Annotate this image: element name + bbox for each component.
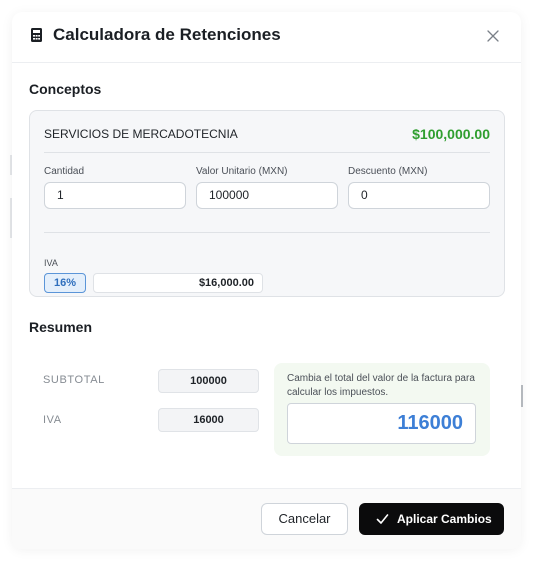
apply-changes-button[interactable]: Aplicar Cambios	[359, 503, 504, 535]
check-icon	[376, 514, 389, 524]
concept-name: SERVICIOS DE MERCADOTECNIA	[44, 127, 238, 141]
dialog-title: Calculadora de Retenciones	[53, 25, 281, 44]
iva-amount: $16,000.00	[93, 273, 263, 293]
dialog-header: Calculadora de Retenciones	[12, 12, 521, 63]
iva-summary-value: 16000	[158, 408, 259, 432]
subtotal-label: SUBTOTAL	[43, 374, 105, 386]
total-hint: Cambia el total del valor de la factura …	[287, 373, 475, 398]
quantity-input[interactable]: 1	[44, 182, 186, 209]
dialog-footer: Cancelar Aplicar Cambios	[12, 488, 521, 549]
quantity-label: Cantidad	[44, 166, 85, 177]
unit-value-input[interactable]: 100000	[196, 182, 338, 209]
close-icon[interactable]	[483, 26, 503, 46]
cancel-button[interactable]: Cancelar	[261, 503, 348, 535]
total-input[interactable]: 116000	[287, 403, 476, 444]
iva-divider	[44, 232, 490, 233]
discount-label: Descuento (MXN)	[348, 166, 428, 177]
apply-changes-label: Aplicar Cambios	[397, 512, 492, 526]
subtotal-value: 100000	[158, 369, 259, 393]
retention-calculator-dialog: Calculadora de Retenciones Conceptos SER…	[12, 12, 521, 549]
concept-total: $100,000.00	[412, 126, 490, 142]
total-panel: Cambia el total del valor de la factura …	[274, 363, 490, 456]
concept-card: SERVICIOS DE MERCADOTECNIA $100,000.00 C…	[29, 110, 505, 297]
background-edge-mark	[521, 385, 523, 407]
summary-section-title: Resumen	[29, 319, 93, 335]
unit-value-label: Valor Unitario (MXN)	[196, 166, 288, 177]
iva-rate-pill[interactable]: 16%	[44, 273, 86, 293]
discount-input[interactable]: 0	[348, 182, 490, 209]
concepts-section-title: Conceptos	[29, 81, 102, 97]
iva-label: IVA	[44, 258, 58, 268]
iva-summary-label: IVA	[43, 414, 62, 426]
calculator-icon	[31, 28, 42, 42]
concept-divider	[44, 152, 490, 153]
